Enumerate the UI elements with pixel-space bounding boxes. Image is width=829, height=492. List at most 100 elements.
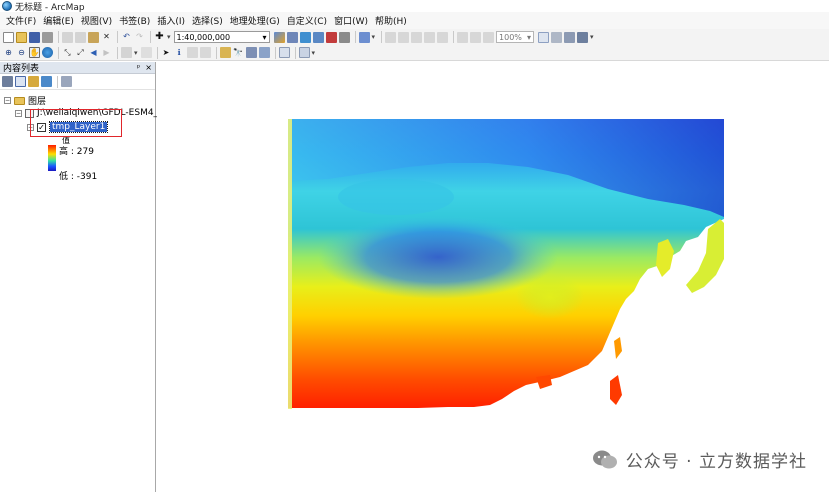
zoom-out-icon[interactable]: ⊖: [16, 47, 27, 58]
chevron-down-icon: ▾: [527, 32, 532, 42]
data-driven-pages-icon[interactable]: [577, 31, 589, 43]
editor-toolbar-icon[interactable]: [273, 31, 285, 43]
list-by-drawing-order-icon[interactable]: [2, 76, 13, 87]
layers-group-label: 图层: [28, 97, 47, 107]
map-display[interactable]: [157, 62, 829, 492]
raster-edge-strip: [288, 119, 292, 409]
select-dropdown-icon[interactable]: ▾: [134, 49, 138, 57]
html-popup-icon[interactable]: [186, 47, 198, 58]
table-of-contents-panel: 内容列表 ᵖ × − 图层 − J:\weilaiqiwen\GFDL-ESM4…: [0, 62, 178, 492]
menu-windows[interactable]: 窗口(W): [331, 14, 372, 27]
menu-file[interactable]: 文件(F): [3, 14, 40, 27]
select-elements-icon[interactable]: ➤: [161, 47, 172, 58]
layout-previous-extent-icon[interactable]: [457, 31, 469, 43]
modelbuilder-icon[interactable]: [358, 31, 370, 43]
time-slider-icon[interactable]: [278, 47, 290, 58]
go-to-xy-icon[interactable]: [258, 47, 270, 58]
menu-bar: 文件(F) 编辑(E) 视图(V) 书签(B) 插入(I) 选择(S) 地理处理…: [0, 12, 829, 29]
layout-zoom-out-icon[interactable]: [398, 31, 410, 43]
zoom-100-percent-icon[interactable]: [483, 31, 495, 43]
toolbar-options-icon[interactable]: ▾: [372, 33, 376, 41]
standard-toolbar: ✕ ↶ ↷ ✚ ▾ 1:40,000,000 ▾ ▾ 100% ▾ ▾: [0, 29, 829, 45]
toolbar-separator: [156, 46, 158, 59]
clear-selection-icon[interactable]: [140, 47, 152, 58]
layout-pan-icon[interactable]: [411, 31, 423, 43]
copy-icon[interactable]: [75, 31, 86, 43]
layout-zoom-combobox[interactable]: 100% ▾: [496, 31, 535, 43]
find-route-icon[interactable]: [245, 47, 257, 58]
menu-customize[interactable]: 自定义(C): [284, 14, 331, 27]
print-icon[interactable]: [42, 31, 53, 43]
menu-selection[interactable]: 选择(S): [189, 14, 227, 27]
identify-icon[interactable]: ℹ: [174, 47, 185, 58]
open-folder-icon[interactable]: [16, 31, 27, 43]
toc-toolbar: [0, 74, 155, 90]
zoom-whole-page-icon[interactable]: [424, 31, 436, 43]
collapse-icon[interactable]: −: [15, 109, 22, 117]
legend-high-label: 高 : 279: [59, 147, 94, 157]
window-title: 无标题 - ArcMap: [15, 2, 85, 13]
redo-icon[interactable]: ↷: [134, 32, 145, 43]
arcmap-globe-icon: [2, 1, 12, 11]
toolbar-separator: [57, 75, 58, 88]
toolbar-separator: [58, 31, 59, 43]
paste-icon[interactable]: [88, 31, 99, 43]
go-back-icon[interactable]: ◀: [88, 47, 99, 58]
sichuan-basin-region: [516, 275, 584, 319]
undo-icon[interactable]: ↶: [121, 32, 132, 43]
list-by-selection-icon[interactable]: [41, 76, 52, 87]
toolbar-options-icon[interactable]: ▾: [312, 49, 316, 57]
color-ramp-legend: [48, 145, 56, 171]
menu-geoprocessing[interactable]: 地理处理(G): [227, 14, 284, 27]
temperature-raster-map[interactable]: [288, 119, 724, 409]
python-window-icon[interactable]: [338, 31, 350, 43]
menu-bookmarks[interactable]: 书签(B): [116, 14, 154, 27]
fixed-zoom-in-icon[interactable]: ⤡: [62, 47, 73, 58]
layout-fixed-zoom-icon[interactable]: [437, 31, 449, 43]
add-data-dropdown-icon[interactable]: ▾: [167, 33, 171, 41]
arctoolbox-icon[interactable]: [325, 31, 337, 43]
measure-icon[interactable]: [219, 47, 231, 58]
legend-low-label: 低 : -391: [59, 172, 98, 182]
new-document-icon[interactable]: [3, 31, 14, 43]
layers-group-row[interactable]: − 图层: [4, 94, 46, 107]
toolbar-separator: [294, 46, 296, 59]
hyperlink-icon[interactable]: [199, 47, 211, 58]
toolbar-separator: [274, 46, 276, 59]
menu-help[interactable]: 帮助(H): [372, 14, 411, 27]
cut-icon[interactable]: [62, 31, 73, 43]
tools-toolbar: ⊕ ⊖ ✋ ⤡ ⤢ ◀ ▶ ▾ ➤ ℹ 🔭 ▾: [0, 45, 829, 61]
fixed-zoom-out-icon[interactable]: ⤢: [75, 47, 86, 58]
select-features-icon[interactable]: [121, 47, 132, 58]
focus-data-frame-icon[interactable]: [551, 31, 563, 43]
pin-icon[interactable]: ᵖ: [137, 63, 140, 72]
taiwan-raster: [614, 337, 622, 359]
add-data-icon[interactable]: ✚: [154, 32, 165, 43]
collapse-icon[interactable]: −: [4, 97, 11, 104]
title-bar: 无标题 - ArcMap: [0, 0, 829, 13]
menu-view[interactable]: 视图(V): [78, 14, 116, 27]
toggle-draft-mode-icon[interactable]: [538, 31, 550, 43]
save-icon[interactable]: [29, 31, 40, 43]
find-binoculars-icon[interactable]: 🔭: [233, 47, 244, 58]
close-icon[interactable]: ×: [145, 63, 152, 72]
list-by-visibility-icon[interactable]: [28, 76, 39, 87]
layout-zoom-in-icon[interactable]: [385, 31, 397, 43]
table-of-contents-icon[interactable]: [286, 31, 298, 43]
full-extent-icon[interactable]: [42, 47, 53, 58]
zoom-in-icon[interactable]: ⊕: [3, 47, 14, 58]
map-scale-combobox[interactable]: 1:40,000,000 ▾: [173, 31, 270, 43]
layout-next-extent-icon[interactable]: [470, 31, 482, 43]
delete-icon[interactable]: ✕: [101, 32, 112, 43]
catalog-window-icon[interactable]: [299, 31, 311, 43]
go-forward-icon[interactable]: ▶: [101, 47, 112, 58]
toolbar-options-icon[interactable]: ▾: [590, 33, 594, 41]
change-layout-icon[interactable]: [564, 31, 576, 43]
list-by-source-icon[interactable]: [15, 76, 26, 87]
create-viewer-window-icon[interactable]: [298, 47, 310, 58]
search-window-icon[interactable]: [312, 31, 324, 43]
menu-edit[interactable]: 编辑(E): [40, 14, 78, 27]
menu-insert[interactable]: 插入(I): [154, 14, 189, 27]
pan-hand-icon[interactable]: ✋: [29, 47, 40, 58]
toc-options-icon[interactable]: [61, 76, 72, 87]
